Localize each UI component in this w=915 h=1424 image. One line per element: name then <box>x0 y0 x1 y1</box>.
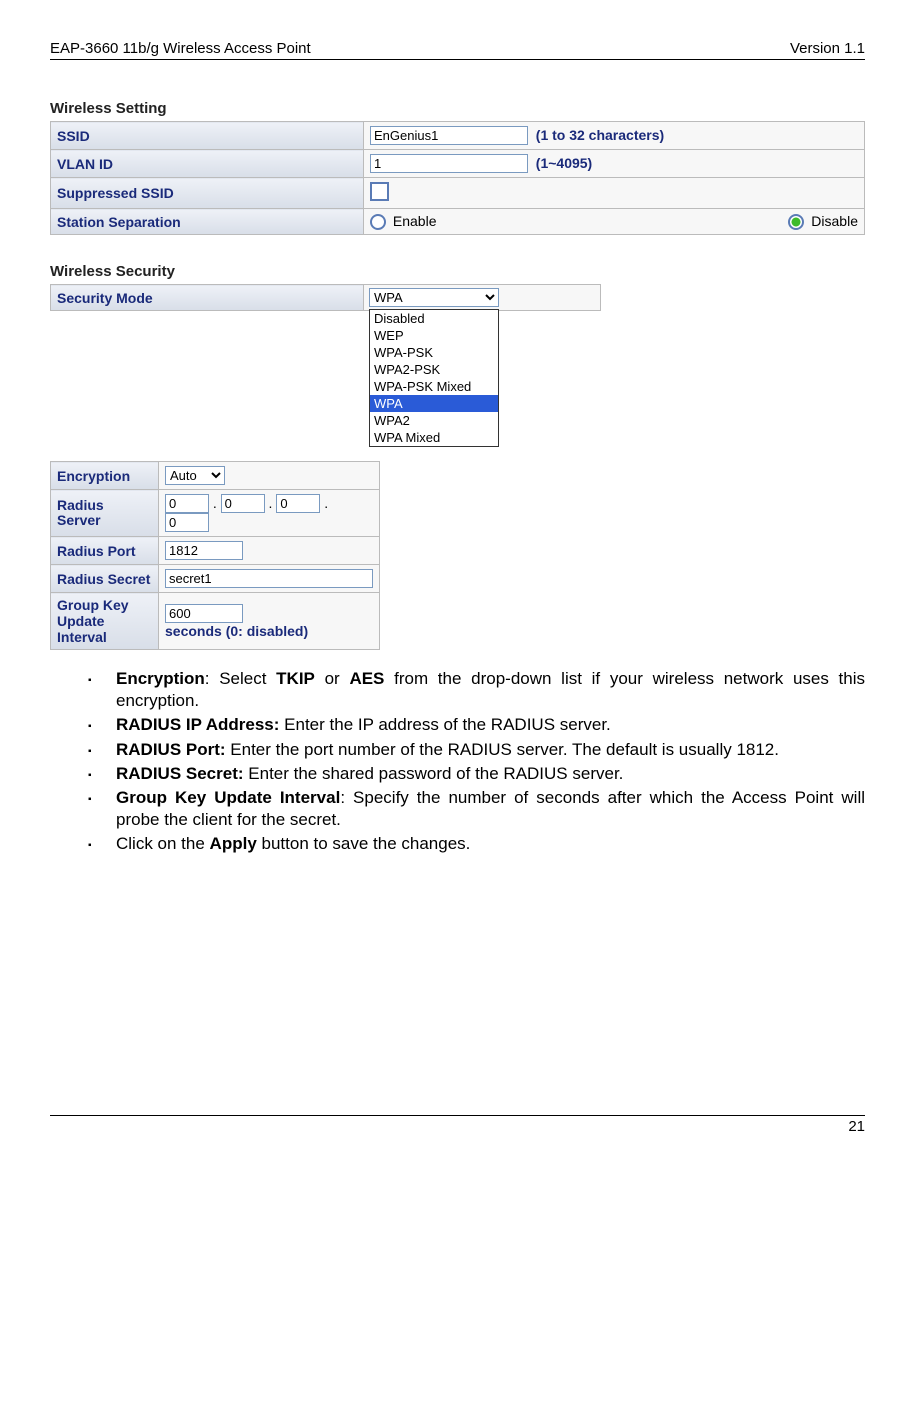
list-item: RADIUS IP Address: Enter the IP address … <box>116 714 865 736</box>
radius-port-label: Radius Port <box>51 537 159 565</box>
security-block: Security Mode WPA Disabled WEP WPA-PSK W… <box>50 284 865 650</box>
opt-wpa2-psk[interactable]: WPA2-PSK <box>370 361 498 378</box>
suppressed-ssid-label: Suppressed SSID <box>51 178 364 209</box>
group-key-update-label: Group Key Update Interval <box>51 593 159 650</box>
wireless-setting-table: SSID (1 to 32 characters) VLAN ID (1~409… <box>50 121 865 235</box>
list-item: Encryption: Select TKIP or AES from the … <box>116 668 865 712</box>
security-mode-select[interactable]: WPA <box>369 288 499 307</box>
opt-wpa-psk[interactable]: WPA-PSK <box>370 344 498 361</box>
suppressed-ssid-checkbox[interactable] <box>370 182 389 201</box>
radius-ip-4[interactable] <box>165 513 209 532</box>
opt-wep[interactable]: WEP <box>370 327 498 344</box>
vlan-note: (1~4095) <box>536 155 592 171</box>
vlan-input[interactable] <box>370 154 528 173</box>
opt-wpa-psk-mixed[interactable]: WPA-PSK Mixed <box>370 378 498 395</box>
list-item: Click on the Apply button to save the ch… <box>116 833 865 855</box>
radius-port-input[interactable] <box>165 541 243 560</box>
disable-label: Disable <box>811 213 858 229</box>
enable-label: Enable <box>393 213 437 229</box>
opt-wpa[interactable]: WPA <box>370 395 498 412</box>
ssid-input[interactable] <box>370 126 528 145</box>
opt-wpa-mixed[interactable]: WPA Mixed <box>370 429 498 446</box>
security-mode-label: Security Mode <box>51 285 364 311</box>
radius-server-label: Radius Server <box>51 490 159 537</box>
list-item: RADIUS Port: Enter the port number of th… <box>116 739 865 761</box>
station-sep-disable-radio[interactable] <box>788 214 804 230</box>
wireless-setting-title: Wireless Setting <box>50 100 865 117</box>
wireless-security-title: Wireless Security <box>50 263 865 280</box>
station-separation-label: Station Separation <box>51 209 364 235</box>
radius-secret-label: Radius Secret <box>51 565 159 593</box>
page-footer: 21 <box>50 1115 865 1135</box>
group-key-interval-input[interactable] <box>165 604 243 623</box>
page-header: EAP-3660 11b/g Wireless Access Point Ver… <box>50 40 865 60</box>
list-item: RADIUS Secret: Enter the shared password… <box>116 763 865 785</box>
ssid-label: SSID <box>51 122 364 150</box>
group-key-note: seconds (0: disabled) <box>165 623 308 639</box>
ssid-note: (1 to 32 characters) <box>536 127 664 143</box>
opt-disabled[interactable]: Disabled <box>370 310 498 327</box>
encryption-select[interactable]: Auto <box>165 466 225 485</box>
opt-wpa2[interactable]: WPA2 <box>370 412 498 429</box>
encryption-label: Encryption <box>51 462 159 490</box>
header-left: EAP-3660 11b/g Wireless Access Point <box>50 40 311 57</box>
security-details-table: Encryption Auto Radius Server . . . Radi… <box>50 461 380 650</box>
security-mode-row: Security Mode WPA Disabled WEP WPA-PSK W… <box>50 284 601 311</box>
page-number: 21 <box>848 1118 865 1135</box>
help-list: Encryption: Select TKIP or AES from the … <box>50 668 865 855</box>
radius-ip-1[interactable] <box>165 494 209 513</box>
security-mode-dropdown-list[interactable]: Disabled WEP WPA-PSK WPA2-PSK WPA-PSK Mi… <box>369 309 499 447</box>
list-item: Group Key Update Interval: Specify the n… <box>116 787 865 831</box>
vlan-label: VLAN ID <box>51 150 364 178</box>
header-right: Version 1.1 <box>790 40 865 57</box>
radius-secret-input[interactable] <box>165 569 373 588</box>
radius-ip-3[interactable] <box>276 494 320 513</box>
station-sep-enable-radio[interactable] <box>370 214 386 230</box>
radius-ip-2[interactable] <box>221 494 265 513</box>
